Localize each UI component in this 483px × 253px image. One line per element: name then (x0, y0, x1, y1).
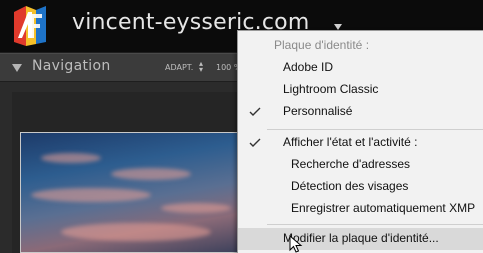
triangle-down-icon[interactable] (12, 63, 22, 73)
menu-header-identity-plate: Plaque d'identité : (238, 35, 483, 57)
menu-item-label: Personnalisé (283, 104, 353, 118)
cloud-shape (161, 203, 231, 213)
cloud-shape (31, 188, 151, 202)
mouse-pointer-icon (289, 235, 303, 253)
menu-item-face-detection[interactable]: Détection des visages (238, 176, 483, 198)
cloud-shape (61, 223, 211, 241)
menu-item-label: Adobe ID (283, 60, 334, 74)
menu-item-auto-write-xmp[interactable]: Enregistrer automatiquement XMP (238, 198, 483, 220)
menu-item-label: Détection des visages (291, 179, 409, 193)
checkmark-icon (249, 107, 261, 116)
menu-separator (267, 224, 483, 225)
menu-item-adobe-id[interactable]: Adobe ID (238, 57, 483, 79)
menu-item-lightroom-classic[interactable]: Lightroom Classic (238, 79, 483, 101)
menu-item-label: Afficher l'état et l'activité : (283, 135, 418, 149)
checkmark-icon (249, 138, 261, 147)
menu-item-personnalise[interactable]: Personnalisé (238, 101, 483, 123)
navigator-preview-image[interactable] (20, 132, 250, 253)
cloud-shape (41, 153, 101, 163)
identity-plate-menu: Plaque d'identité : Adobe ID Lightroom C… (237, 30, 483, 253)
menu-item-label: Lightroom Classic (283, 82, 379, 96)
up-down-arrows-icon[interactable]: ▴ ▾ (199, 60, 203, 74)
menu-item-show-status-activity[interactable]: Afficher l'état et l'activité : (238, 132, 483, 154)
navigation-panel-title: Navigation (32, 58, 111, 74)
cloud-shape (111, 168, 191, 180)
menu-item-label: Recherche d'adresses (291, 157, 411, 171)
menu-item-label: Enregistrer automatiquement XMP (291, 201, 476, 215)
menu-item-address-lookup[interactable]: Recherche d'adresses (238, 154, 483, 176)
fit-zoom-option[interactable]: ADAPT. (165, 63, 193, 72)
menu-header-label: Plaque d'identité : (274, 38, 370, 52)
menu-item-label: Modifier la plaque d'identité... (283, 231, 439, 245)
vincent-eysseric-logo-icon (14, 6, 46, 46)
menu-separator (267, 129, 483, 130)
menu-item-edit-identity-plate[interactable]: Modifier la plaque d'identité... (238, 228, 483, 250)
